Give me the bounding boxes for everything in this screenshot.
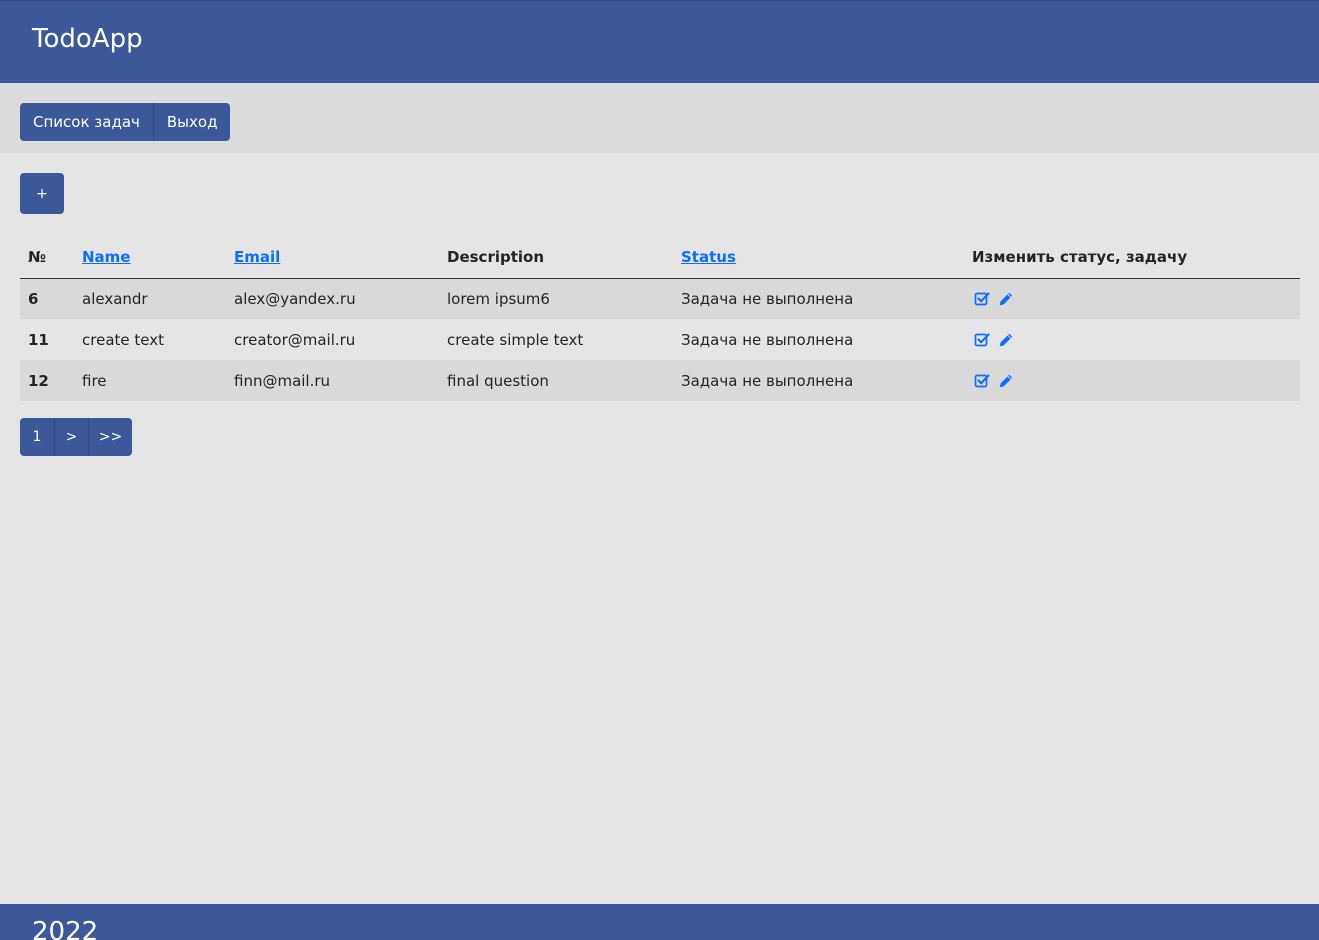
pagination: 1 > >> [20,418,132,456]
pencil-icon[interactable] [998,291,1014,307]
next-page-button[interactable]: > [54,418,88,456]
sort-by-email-link[interactable]: Email [234,248,280,266]
task-actions [972,373,1292,389]
task-email: creator@mail.ru [234,330,356,349]
logout-button[interactable]: Выход [152,103,231,141]
check-square-icon[interactable] [974,373,990,389]
tasks-table: № Name Email Description Status Изменить… [20,236,1300,401]
table-row: 6 alexandr alex@yandex.ru lorem ipsum6 З… [20,278,1300,319]
table-row: 11 create text creator@mail.ru create si… [20,319,1300,360]
task-description: create simple text [447,330,584,349]
task-email: finn@mail.ru [234,371,331,390]
task-list-button[interactable]: Список задач [20,103,153,141]
task-description: final question [447,371,549,390]
task-actions [972,332,1292,348]
column-header-description: Description [439,236,673,279]
table-row: 12 fire finn@mail.ru final question Зада… [20,360,1300,401]
pencil-icon[interactable] [998,332,1014,348]
task-status: Задача не выполнена [681,330,854,349]
last-page-button[interactable]: >> [88,418,132,456]
nav-button-group: Список задач Выход [20,103,231,141]
task-status: Задача не выполнена [681,289,854,308]
column-header-actions: Изменить статус, задачу [964,236,1300,279]
column-header-number: № [20,236,74,279]
app-brand[interactable]: TodoApp [32,23,143,55]
page-1-button[interactable]: 1 [20,418,54,456]
app-footer: 2022 [0,904,1319,940]
task-email: alex@yandex.ru [234,289,356,308]
task-description: lorem ipsum6 [447,289,550,308]
sort-by-status-link[interactable]: Status [681,248,736,266]
nav-bar: Список задач Выход [0,83,1319,153]
task-actions [972,291,1292,307]
table-header-row: № Name Email Description Status Изменить… [20,236,1300,279]
check-square-icon[interactable] [974,332,990,348]
check-square-icon[interactable] [974,291,990,307]
pencil-icon[interactable] [998,373,1014,389]
task-name: alexandr [82,289,148,308]
task-name: fire [82,371,107,390]
task-status: Задача не выполнена [681,371,854,390]
task-id: 11 [28,330,49,349]
task-id: 6 [28,289,39,308]
sort-by-name-link[interactable]: Name [82,248,130,266]
task-name: create text [82,330,164,349]
task-id: 12 [28,371,49,390]
footer-year: 2022 [32,917,99,940]
add-task-button[interactable]: + [20,173,64,214]
app-header: TodoApp [0,0,1319,83]
